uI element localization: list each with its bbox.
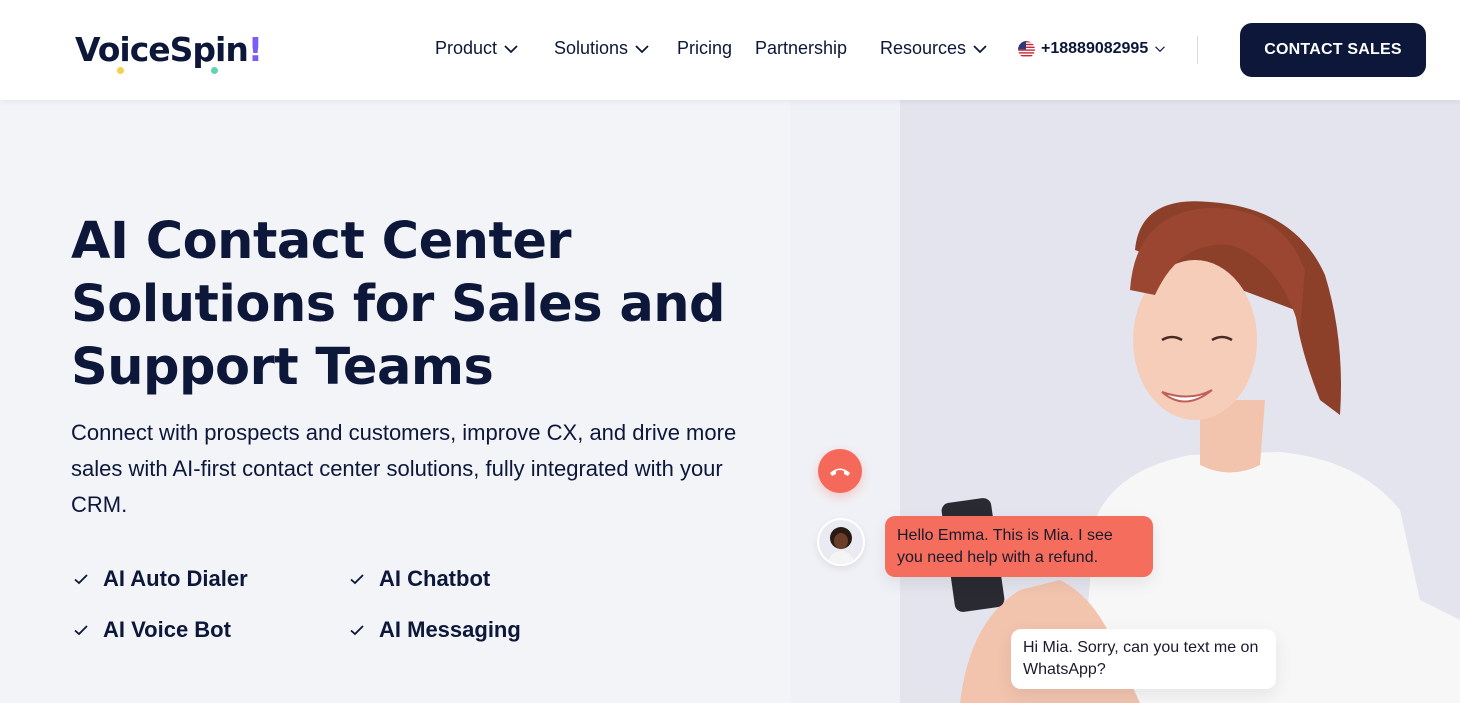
hero-title: AI Contact Center Solutions for Sales an… bbox=[71, 212, 726, 397]
voicespin-logo[interactable]: VoiceSpin! bbox=[75, 30, 263, 74]
logo-text: VoiceSpin bbox=[75, 30, 249, 69]
feature-label: AI Messaging bbox=[379, 617, 521, 642]
agent-portrait-icon bbox=[819, 520, 863, 564]
feature-label: AI Chatbot bbox=[379, 566, 491, 591]
nav-item-partnership[interactable]: Partnership bbox=[755, 38, 847, 59]
feature-item: AI Auto Dialer bbox=[73, 566, 248, 592]
chevron-down-icon bbox=[504, 44, 518, 53]
hang-up-button[interactable] bbox=[818, 449, 862, 493]
contact-sales-button[interactable]: CONTACT SALES bbox=[1240, 23, 1426, 77]
checkmark-icon bbox=[74, 574, 88, 585]
checkmark-icon bbox=[350, 625, 364, 636]
nav-item-solutions[interactable]: Solutions bbox=[554, 38, 650, 59]
feature-item: AI Messaging bbox=[349, 617, 521, 643]
feature-label: AI Voice Bot bbox=[103, 617, 231, 642]
nav-item-label: Pricing bbox=[677, 38, 733, 58]
agent-avatar bbox=[817, 518, 865, 566]
phone-selector[interactable]: +18889082995 bbox=[1018, 40, 1166, 58]
site-header: VoiceSpin! Product Solutions Pricing Par… bbox=[0, 0, 1460, 100]
nav-item-label: Resources bbox=[880, 38, 967, 58]
checkmark-icon bbox=[350, 574, 364, 585]
feature-item: AI Voice Bot bbox=[73, 617, 231, 643]
nav-item-resources[interactable]: Resources bbox=[880, 38, 988, 59]
customer-chat-bubble: Hi Mia. Sorry, can you text me on WhatsA… bbox=[1011, 629, 1276, 689]
chevron-down-icon bbox=[1155, 46, 1166, 53]
phone-number: +18889082995 bbox=[1041, 40, 1149, 57]
nav-item-product[interactable]: Product bbox=[435, 38, 519, 59]
feature-item: AI Chatbot bbox=[349, 566, 490, 592]
nav-item-label: Product bbox=[435, 38, 498, 58]
us-flag-icon bbox=[1018, 40, 1035, 58]
nav-item-label: Solutions bbox=[554, 38, 629, 58]
chevron-down-icon bbox=[973, 44, 987, 53]
logo-dot-yellow-icon bbox=[117, 67, 124, 74]
checkmark-icon bbox=[74, 625, 88, 636]
logo-bang: ! bbox=[247, 30, 263, 69]
header-divider bbox=[1197, 36, 1198, 64]
hero-photo bbox=[900, 100, 1460, 703]
hero-subtitle: Connect with prospects and customers, im… bbox=[71, 420, 737, 517]
phone-hangup-icon bbox=[830, 468, 850, 476]
feature-label: AI Auto Dialer bbox=[103, 566, 248, 591]
agent-chat-bubble: Hello Emma. This is Mia. I see you need … bbox=[885, 516, 1153, 577]
logo-dot-teal-icon bbox=[211, 67, 218, 74]
woman-with-phone-illustration bbox=[941, 201, 1460, 703]
chevron-down-icon bbox=[635, 44, 649, 53]
nav-item-label: Partnership bbox=[755, 38, 848, 58]
nav-item-pricing[interactable]: Pricing bbox=[677, 38, 732, 59]
